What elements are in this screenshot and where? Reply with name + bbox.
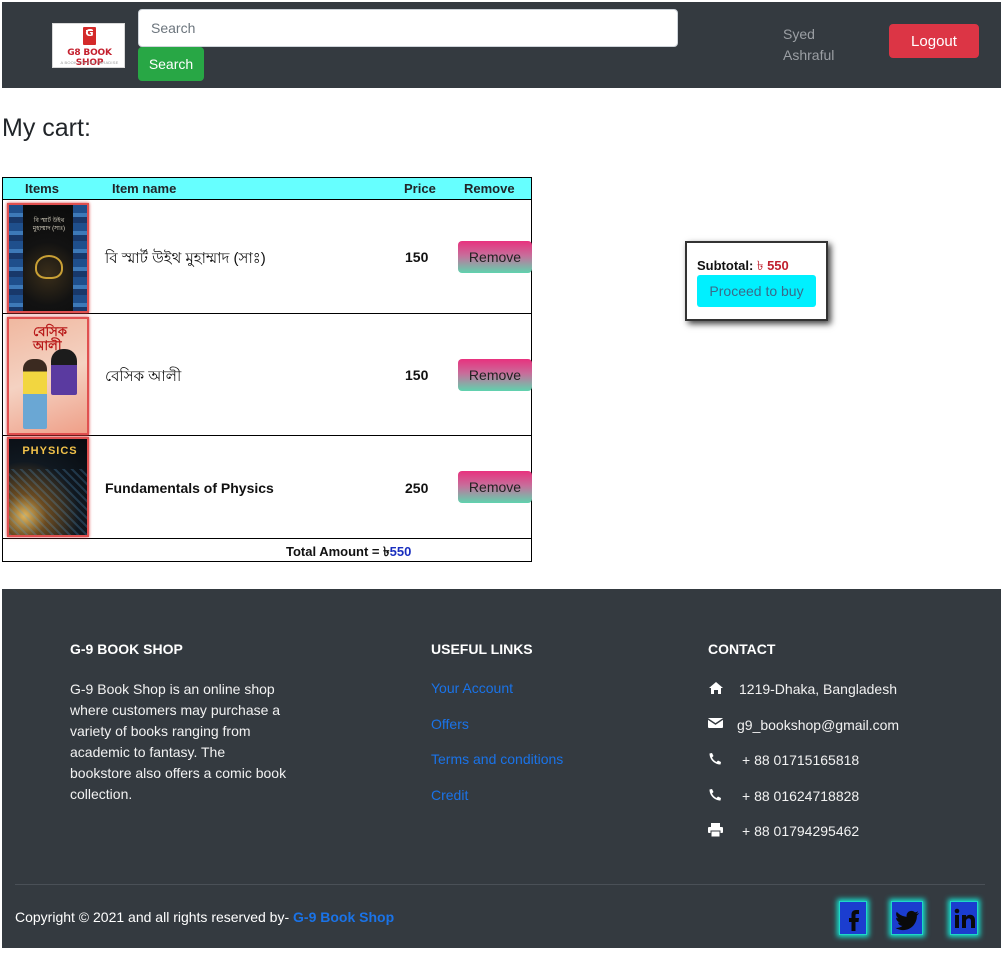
phone-icon <box>709 789 721 801</box>
cart-table: Items Item name Price Remove বি স্মার্ট … <box>2 177 532 562</box>
logo-tagline: A BOOK LOVERS PARADISE <box>60 60 119 65</box>
remove-button[interactable]: Remove <box>458 471 532 503</box>
column-header-price: Price <box>404 181 436 196</box>
logo-letter: G <box>85 28 94 39</box>
footer-about-text: G-9 Book Shop is an online shop where cu… <box>70 681 287 802</box>
footer-about-heading: G-9 BOOK SHOP <box>70 641 183 657</box>
link-credit[interactable]: Credit <box>431 787 468 803</box>
search-input[interactable] <box>138 9 678 47</box>
footer: G-9 BOOK SHOP G-9 Book Shop is an online… <box>2 589 1001 948</box>
footer-contact-heading: CONTACT <box>708 641 776 657</box>
footer-divider <box>15 884 985 885</box>
copyright: Copyright © 2021 and all rights reserved… <box>15 909 394 925</box>
remove-button[interactable]: Remove <box>458 359 532 391</box>
envelope-icon <box>708 718 723 728</box>
linkedin-icon[interactable] <box>950 901 978 935</box>
cover-pattern <box>73 205 87 311</box>
cover-figure <box>23 359 47 429</box>
link-offers[interactable]: Offers <box>431 716 469 732</box>
item-price: 150 <box>405 367 429 383</box>
table-row: বি স্মার্ট উইথ মুহাম্মাদ (সাঃ) বি স্মার্… <box>3 200 532 314</box>
table-footer: Total Amount = ৳550 <box>3 539 531 561</box>
item-name: বি স্মার্ট উইথ মুহাম্মাদ (সাঃ) <box>105 250 266 267</box>
search-button[interactable]: Search <box>138 47 204 81</box>
link-terms[interactable]: Terms and conditions <box>431 751 563 767</box>
copyright-text: Copyright © 2021 and all rights reserved… <box>15 909 290 925</box>
column-header-items: Items <box>25 181 59 196</box>
item-price: 150 <box>405 249 429 265</box>
item-price: 250 <box>405 480 429 496</box>
cover-title: PHYSICS <box>22 445 78 457</box>
footer-links-heading: USEFUL LINKS <box>431 641 533 657</box>
phone-icon <box>709 753 721 765</box>
cover-pattern <box>9 205 23 311</box>
subtotal-label: Subtotal: <box>697 258 754 273</box>
table-row: PHYSICS Fundamentals of Physics 250 Remo… <box>3 436 532 539</box>
shop-logo[interactable]: G G8 BOOK SHOP A BOOK LOVERS PARADISE <box>52 23 125 68</box>
logout-button[interactable]: Logout <box>889 24 979 58</box>
page-title: My cart: <box>2 114 91 142</box>
total-value: 550 <box>389 544 412 559</box>
subtotal-currency: ৳ <box>756 258 764 273</box>
print-icon <box>708 823 723 837</box>
table-header: Items Item name Price Remove <box>3 178 531 200</box>
link-your-account[interactable]: Your Account <box>431 680 513 696</box>
cover-figure <box>51 349 77 395</box>
contact-email-text: g9_bookshop@gmail.com <box>737 717 900 733</box>
table-row: বেসিক আলী বেসিক আলী 150 Remove <box>3 314 532 436</box>
item-name: বেসিক আলী <box>105 368 182 385</box>
column-header-name: Item name <box>112 181 177 196</box>
column-header-remove: Remove <box>464 181 515 196</box>
remove-button[interactable]: Remove <box>458 241 532 273</box>
total-label: Total Amount = <box>286 544 380 559</box>
twitter-icon[interactable] <box>891 901 923 935</box>
contact-fax-text: + 88 01794295462 <box>742 823 860 839</box>
subtotal-box: Subtotal: ৳ 550 Proceed to buy <box>685 241 828 321</box>
proceed-to-buy-button[interactable]: Proceed to buy <box>697 275 816 307</box>
book-cover-image[interactable]: বেসিক আলী <box>7 317 89 435</box>
user-name[interactable]: Syed Ashraful <box>783 24 863 66</box>
contact-address-text: 1219-Dhaka, Bangladesh <box>739 681 898 697</box>
contact-phone-text: + 88 01715165818 <box>742 752 860 768</box>
book-cover-image[interactable]: বি স্মার্ট উইথ মুহাম্মাদ (সাঃ) <box>7 203 89 313</box>
item-name: Fundamentals of Physics <box>105 480 274 496</box>
copyright-brand-link[interactable]: G-9 Book Shop <box>293 909 394 925</box>
subtotal-value: 550 <box>767 258 789 273</box>
home-icon <box>709 682 723 694</box>
facebook-icon[interactable] <box>839 901 867 935</box>
book-cover-image[interactable]: PHYSICS <box>7 437 89 537</box>
user-last-name: Ashraful <box>783 47 835 63</box>
cover-title: বি স্মার্ট উইথ মুহাম্মাদ (সাঃ) <box>32 218 66 232</box>
navbar: G G8 BOOK SHOP A BOOK LOVERS PARADISE Se… <box>2 2 1001 88</box>
contact-phone-text: + 88 01624718828 <box>742 788 860 804</box>
logo-name: G8 BOOK SHOP <box>67 48 112 68</box>
user-first-name: Syed <box>783 26 815 42</box>
cover-graphic <box>9 469 87 535</box>
total-amount: Total Amount = ৳550 <box>286 543 411 564</box>
cover-calligraphy <box>35 255 63 279</box>
